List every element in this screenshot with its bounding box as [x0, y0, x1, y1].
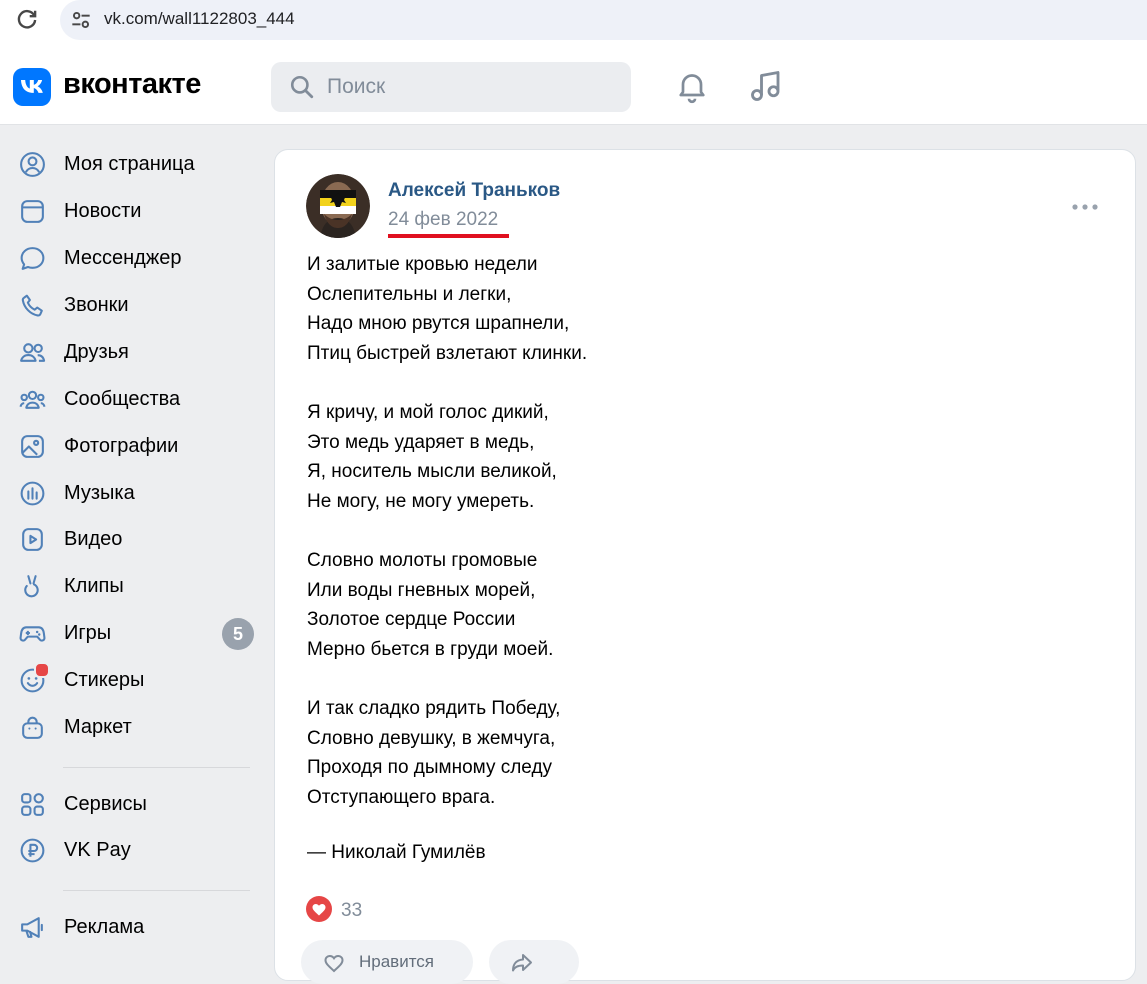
sidebar-item-label: Сервисы: [64, 793, 147, 815]
stanza-gap: [307, 664, 1087, 694]
sidebar-item-messenger[interactable]: Мессенджер: [0, 236, 260, 280]
author-name-link[interactable]: Алексей Траньков: [388, 180, 560, 202]
like-button-label: Нравится: [359, 952, 435, 971]
services-icon: [21, 793, 44, 816]
notifications-bell-icon[interactable]: [674, 68, 710, 104]
sidebar-divider: [63, 890, 250, 891]
search-input[interactable]: [327, 62, 617, 112]
post-text: И залитые кровью недели Ослепительны и л…: [307, 250, 1087, 812]
sidebar-item-communities[interactable]: Сообщества: [0, 377, 260, 421]
poem-line: Золотое сердце России: [307, 609, 516, 631]
more-options-icon[interactable]: [1071, 202, 1099, 212]
poem-line: Птиц быстрей взлетают клинки.: [307, 342, 588, 364]
sidebar-item-label: Музыка: [64, 482, 135, 504]
clips-icon: [24, 575, 39, 598]
sidebar-divider: [63, 767, 250, 768]
site-header: вконтакте: [0, 48, 1147, 125]
poem-line: Я кричу, и мой голос дикий,: [307, 401, 549, 423]
share-icon: [512, 954, 532, 972]
sidebar-item-music[interactable]: Музыка: [0, 471, 260, 515]
sidebar-item-label: Новости: [64, 200, 142, 222]
stanza-gap: [307, 516, 1087, 546]
poem-line: Словно молоты громовые: [307, 549, 538, 571]
likes-count: 33: [341, 900, 363, 921]
poem-line: Отступающего врага.: [307, 786, 496, 808]
url-text[interactable]: vk.com/wall1122803_444: [104, 9, 295, 29]
heart-outline-icon: [324, 954, 344, 973]
sidebar-item-ads[interactable]: Реклама: [0, 905, 260, 949]
poem-line: Или воды гневных морей,: [307, 579, 536, 601]
sidebar-item-label: Видео: [64, 528, 123, 550]
poem-line: Ослепительны и легки,: [307, 283, 512, 305]
music-player-icon[interactable]: [748, 68, 784, 104]
sidebar-item-photos[interactable]: Фотографии: [0, 424, 260, 468]
date-red-underline: [388, 234, 509, 238]
sidebar-item-games[interactable]: Игры 5: [0, 611, 260, 655]
sidebar-item-my-page[interactable]: Моя страница: [0, 142, 260, 186]
communities-icon: [19, 390, 46, 409]
vkpay-icon: [20, 838, 45, 863]
sidebar-item-label: Фотографии: [64, 435, 179, 457]
poem-line: Мерно бьется в груди моей.: [307, 638, 554, 660]
music-icon: [20, 481, 45, 506]
video-icon: [22, 528, 43, 551]
reload-icon[interactable]: [14, 7, 40, 33]
site-settings-icon[interactable]: [68, 7, 94, 33]
poem-line: Я, носитель мысли великой,: [307, 461, 557, 483]
message-icon: [20, 247, 45, 270]
megaphone-icon: [21, 917, 43, 938]
poem-line: Это медь ударяет в медь,: [307, 431, 535, 453]
sidebar-item-label: Звонки: [64, 294, 129, 316]
logo-text[interactable]: вконтакте: [63, 68, 201, 101]
poem-line: Словно девушку, в жемчуга,: [307, 727, 556, 749]
sidebar-item-label: Клипы: [64, 575, 124, 597]
user-circle-icon: [20, 152, 45, 177]
sidebar-item-vk-pay[interactable]: VK Pay: [0, 828, 260, 872]
new-notification-dot: [34, 662, 50, 678]
sidebar-item-market[interactable]: Маркет: [0, 705, 260, 749]
poem-signature: — Николай Гумилёв: [307, 842, 486, 863]
sidebar-item-stickers[interactable]: Стикеры: [0, 658, 260, 702]
poem-line: Не могу, не могу умереть.: [307, 490, 535, 512]
search-box[interactable]: [271, 62, 631, 112]
heart-reaction-icon[interactable]: [306, 896, 332, 922]
author-avatar[interactable]: [306, 174, 370, 238]
sidebar-item-label: Мессенджер: [64, 247, 182, 269]
poem-line: И так сладко рядить Победу,: [307, 697, 561, 719]
poem-line: И залитые кровью недели: [307, 254, 538, 275]
sidebar-item-label: Стикеры: [64, 669, 145, 691]
search-icon: [290, 75, 314, 99]
wall-post: Алексей Траньков 24 фев 2022 И залитые к…: [274, 149, 1136, 984]
sidebar-item-services[interactable]: Сервисы: [0, 782, 260, 826]
browser-toolbar: vk.com/wall1122803_444: [0, 0, 1147, 49]
sidebar-item-video[interactable]: Видео: [0, 517, 260, 561]
friends-icon: [20, 343, 46, 362]
share-button[interactable]: [489, 940, 579, 984]
sidebar-item-clips[interactable]: Клипы: [0, 564, 260, 608]
market-icon: [22, 716, 43, 739]
poem-line: Надо мною рвутся шрапнели,: [307, 313, 570, 335]
sidebar-item-label: Моя страница: [64, 153, 195, 175]
sidebar-item-label: Маркет: [64, 716, 132, 738]
stanza-gap: [307, 368, 1087, 398]
phone-icon: [21, 294, 43, 317]
sidebar-item-label: Игры: [64, 622, 112, 644]
sidebar-item-label: Сообщества: [64, 388, 181, 410]
sidebar-item-label: Реклама: [64, 916, 145, 938]
sidebar-item-friends[interactable]: Друзья: [0, 330, 260, 374]
gamepad-icon: [19, 626, 46, 642]
post-date-link[interactable]: 24 фев 2022: [388, 209, 498, 231]
photo-icon: [21, 435, 44, 458]
games-count-badge: 5: [222, 618, 254, 650]
sidebar-item-calls[interactable]: Звонки: [0, 283, 260, 327]
vk-logo-icon[interactable]: [13, 68, 51, 106]
sidebar-item-news[interactable]: Новости: [0, 189, 260, 233]
like-button[interactable]: Нравится: [301, 940, 473, 984]
poem-line: Проходя по дымному следу: [307, 757, 553, 779]
newsfeed-icon: [21, 200, 44, 223]
sidebar-item-label: VK Pay: [64, 839, 131, 861]
sidebar-item-label: Друзья: [64, 341, 129, 363]
